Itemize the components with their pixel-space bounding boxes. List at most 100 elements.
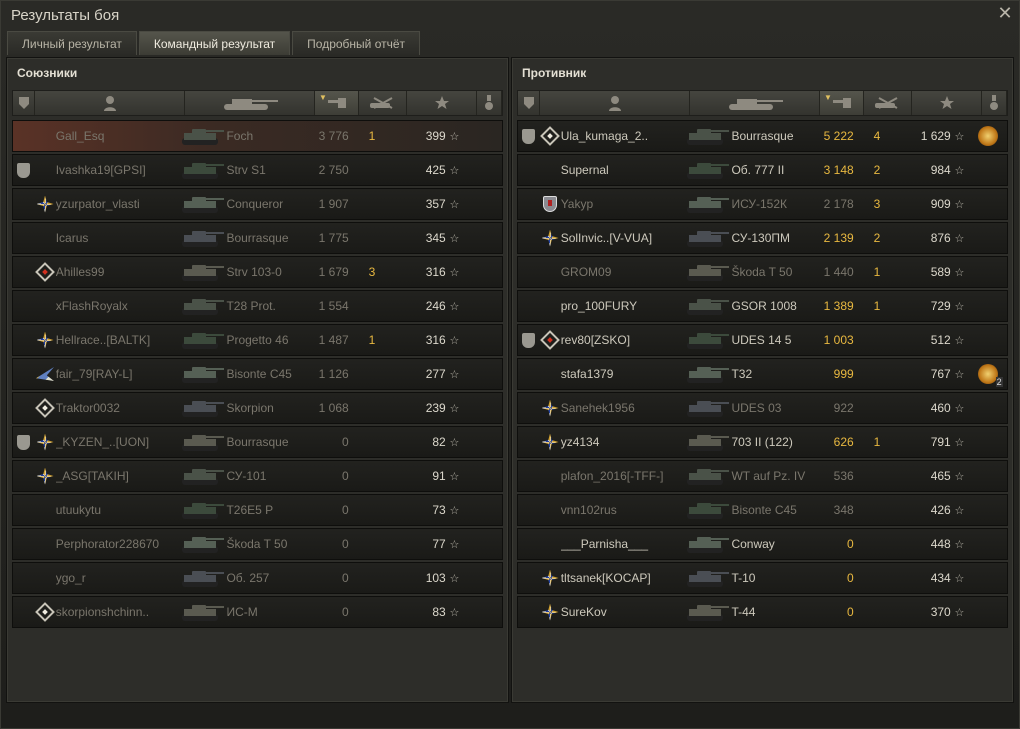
tab-1[interactable]: Командный результат: [138, 31, 291, 55]
tank-image: [181, 435, 224, 451]
tank-image: [686, 299, 729, 315]
tank-name: Bourrasque: [731, 129, 794, 143]
tank-image-cell: [180, 291, 227, 321]
player-row[interactable]: Yakyp ИСУ-152К 2 178 3 909 ☆: [517, 188, 1008, 220]
squad-badge-icon: [522, 332, 536, 348]
experience-column-icon[interactable]: [407, 91, 477, 115]
vehicle-column-icon[interactable]: [185, 91, 315, 115]
player-row[interactable]: _KYZEN_..[UON] Bourrasque 0 82 ☆: [12, 426, 503, 458]
player-name: rev80[ZSKO]: [560, 333, 631, 347]
tank-image-cell: [685, 427, 732, 457]
damage-value: 1 554: [318, 299, 349, 313]
player-row[interactable]: Ivashka19[GPSI] Strv S1 2 750 425 ☆: [12, 154, 503, 186]
experience-star-icon: ☆: [954, 232, 965, 245]
player-row[interactable]: Icarus Bourrasque 1 775 345 ☆: [12, 222, 503, 254]
tank-image-cell: [685, 359, 732, 389]
player-row[interactable]: Hellrace..[BALTK] Progetto 46 1 487 1 316 ☆: [12, 324, 503, 356]
player-rank-cell: [539, 230, 560, 247]
player-row[interactable]: Supernal Об. 777 II 3 148 2 984 ☆: [517, 154, 1008, 186]
close-icon[interactable]: ✕: [995, 3, 1015, 23]
squad-cell: [13, 434, 34, 450]
player-row[interactable]: _ASG[TAKIH] СУ-101 0 91 ☆: [12, 460, 503, 492]
damage-value: 1 068: [318, 401, 349, 415]
player-column-icon[interactable]: [35, 91, 185, 115]
player-row[interactable]: Ula_kumaga_2.. Bourrasque 5 222 4 1 629 ☆: [517, 120, 1008, 152]
damage-column-icon[interactable]: ▼: [820, 91, 864, 115]
damage-value: 0: [342, 469, 349, 483]
tank-image: [181, 503, 224, 519]
vehicle-column-icon[interactable]: [690, 91, 820, 115]
tank-image: [686, 163, 729, 179]
damage-value: 1 487: [318, 333, 349, 347]
experience-value: 791: [930, 435, 951, 449]
player-row[interactable]: xFlashRoyalx T28 Prot. 1 554 246 ☆: [12, 290, 503, 322]
player-row[interactable]: ygo_r Об. 257 0 103 ☆: [12, 562, 503, 594]
tank-name: Conway: [731, 537, 775, 551]
player-row[interactable]: rev80[ZSKO] UDES 14 5 1 003 512 ☆: [517, 324, 1008, 356]
tank-name: Škoda T 50: [226, 537, 288, 551]
tank-image-cell: [180, 495, 227, 525]
squad-column-icon[interactable]: [518, 91, 540, 115]
tank-image: [686, 503, 729, 519]
tank-image: [686, 197, 729, 213]
kills-value: 1: [873, 435, 881, 449]
medal-icon: 2: [977, 364, 1003, 387]
player-row[interactable]: vnn102rus Bisonte C45 348 426 ☆: [517, 494, 1008, 526]
damage-value: 348: [833, 503, 854, 517]
damage-column-icon[interactable]: ▼: [315, 91, 359, 115]
player-row[interactable]: Ahilles99 Strv 103-0 1 679 3 316 ☆: [12, 256, 503, 288]
tank-image: [686, 265, 729, 281]
player-row[interactable]: Perphorator228670 Škoda T 50 0 77 ☆: [12, 528, 503, 560]
medals-column-icon[interactable]: [477, 91, 502, 115]
tank-image: [686, 333, 729, 349]
player-row[interactable]: skorpionshchinn.. ИС-М 0 83 ☆: [12, 596, 503, 628]
player-row[interactable]: yzurpator_vlasti Conqueror 1 907 357 ☆: [12, 188, 503, 220]
player-name: GROM09: [560, 265, 612, 279]
medals-column-icon[interactable]: [982, 91, 1007, 115]
tab-0[interactable]: Личный результат: [7, 31, 137, 55]
player-row[interactable]: SolInvic..[V-VUA] СУ-130ПМ 2 139 2 876 ☆: [517, 222, 1008, 254]
tank-name: T28 Prot.: [226, 299, 276, 313]
tank-image: [181, 333, 224, 349]
player-row[interactable]: Gall_Esq Foch 3 776 1 399 ☆: [12, 120, 503, 152]
experience-value: 465: [930, 469, 951, 483]
medal-cell: [968, 126, 1007, 146]
squad-column-icon[interactable]: [13, 91, 35, 115]
player-rank-cell: [34, 434, 55, 451]
player-row[interactable]: ___Parnisha___ Conway 0 448 ☆: [517, 528, 1008, 560]
medal-cell: 2: [968, 364, 1007, 387]
player-row[interactable]: tltsanek[KOCAP] T-10 0 434 ☆: [517, 562, 1008, 594]
experience-star-icon: ☆: [449, 300, 460, 313]
player-row[interactable]: yz4134 703 II (122) 626 1 791 ☆: [517, 426, 1008, 458]
squad-cell: [518, 332, 539, 348]
experience-star-icon: ☆: [954, 470, 965, 483]
experience-value: 399: [425, 129, 446, 143]
experience-column-icon[interactable]: [912, 91, 982, 115]
tank-name: Conqueror: [226, 197, 284, 211]
experience-value: 239: [425, 401, 446, 415]
experience-star-icon: ☆: [449, 606, 460, 619]
kills-column-icon[interactable]: [864, 91, 912, 115]
player-row[interactable]: GROM09 Škoda T 50 1 440 1 589 ☆: [517, 256, 1008, 288]
clan-star-icon: [542, 434, 559, 451]
tank-name: T32: [731, 367, 753, 381]
player-row[interactable]: plafon_2016[-TFF-] WT auf Pz. IV 536 465 ☆: [517, 460, 1008, 492]
player-row[interactable]: pro_100FURY GSOR 1008 1 389 1 729 ☆: [517, 290, 1008, 322]
player-row[interactable]: utuukytu T26E5 P 0 73 ☆: [12, 494, 503, 526]
player-row[interactable]: fair_79[RAY-L] Bisonte C45 1 126 277 ☆: [12, 358, 503, 390]
player-rank-cell: [34, 468, 55, 485]
sort-arrow-icon: ▼: [319, 93, 327, 102]
player-row[interactable]: SureKov T-44 0 370 ☆: [517, 596, 1008, 628]
kills-column-icon[interactable]: [359, 91, 407, 115]
player-row[interactable]: stafa1379 T32 999 767 ☆ 2: [517, 358, 1008, 390]
player-row[interactable]: Sanehek1956 UDES 03 922 460 ☆: [517, 392, 1008, 424]
tank-name: Foch: [226, 129, 254, 143]
player-row[interactable]: Traktor0032 Skorpion 1 068 239 ☆: [12, 392, 503, 424]
damage-value: 1 775: [318, 231, 349, 245]
squad-cell: [13, 162, 34, 178]
experience-star-icon: ☆: [954, 198, 965, 211]
tank-image: [181, 231, 224, 247]
clan-star-icon: [542, 230, 559, 247]
player-column-icon[interactable]: [540, 91, 690, 115]
tab-2[interactable]: Подробный отчёт: [292, 31, 421, 55]
